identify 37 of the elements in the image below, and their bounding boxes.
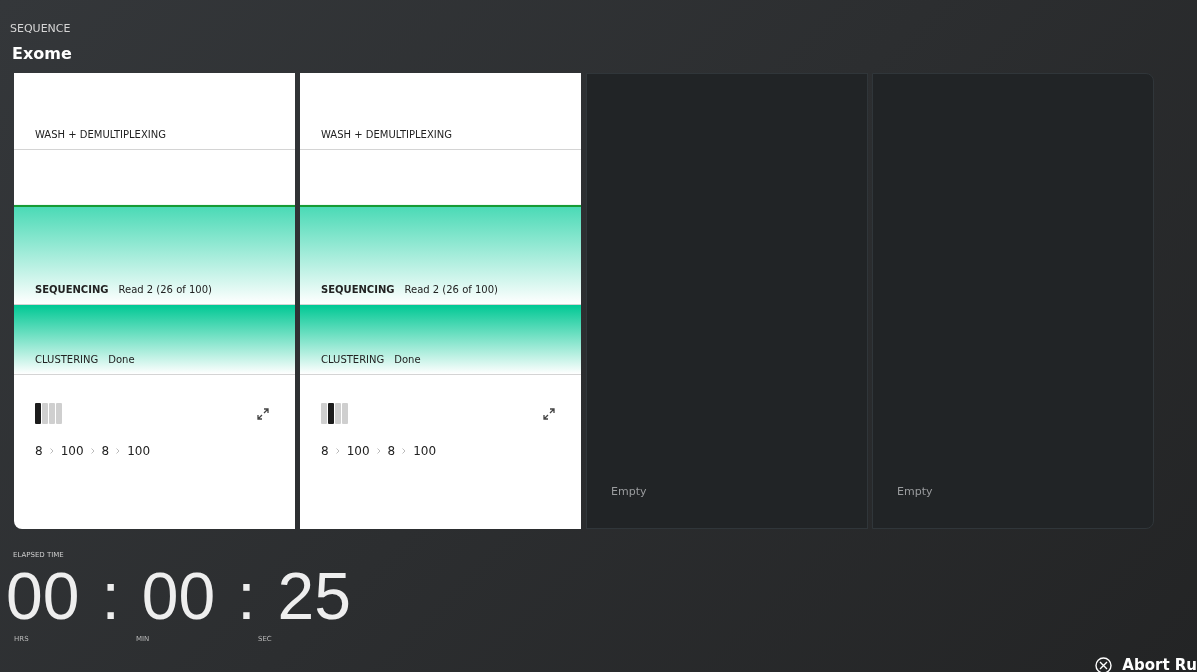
read-length: 100 [127, 444, 151, 458]
stage-name: SEQUENCING [35, 284, 109, 295]
time-separator: : [237, 563, 256, 629]
time-separator: : [101, 563, 120, 629]
chevron-icon [335, 448, 340, 454]
empty-label: Empty [611, 485, 647, 498]
expand-icon[interactable] [543, 407, 555, 420]
stage-name: CLUSTERING [321, 354, 385, 365]
chevron-icon [90, 448, 95, 454]
stage-detail: Done [394, 354, 421, 365]
stage-name: SEQUENCING [321, 284, 395, 295]
stage-detail: Done [108, 354, 135, 365]
run-title: Exome [12, 44, 73, 63]
stage-name: WASH + DEMULTIPLEXING [321, 129, 452, 140]
stage-name: WASH + DEMULTIPLEXING [35, 129, 166, 140]
stage-name: CLUSTERING [35, 354, 99, 365]
empty-label: Empty [897, 485, 933, 498]
stage-detail: Read 2 (26 of 100) [404, 284, 498, 295]
seconds-value: 25 [277, 563, 351, 629]
read-length: 100 [346, 444, 370, 458]
read-length: 100 [413, 444, 437, 458]
abort-button[interactable]: Abort Ru [1095, 656, 1197, 672]
read-length: 8 [321, 444, 329, 458]
read-length: 8 [387, 444, 396, 458]
expand-icon[interactable] [257, 407, 269, 420]
stage-detail: Read 2 (26 of 100) [118, 284, 212, 295]
chevron-icon [402, 448, 407, 454]
hours-value: 00 [6, 563, 80, 629]
chevron-icon [116, 448, 121, 454]
read-length: 8 [35, 444, 43, 458]
chevron-icon [376, 448, 381, 454]
read-length: 8 [101, 444, 110, 458]
minutes-value: 00 [141, 563, 216, 629]
read-length: 100 [60, 444, 84, 458]
section-label: SEQUENCE [10, 22, 72, 35]
chevron-icon [49, 448, 54, 454]
cancel-icon [1095, 656, 1113, 672]
